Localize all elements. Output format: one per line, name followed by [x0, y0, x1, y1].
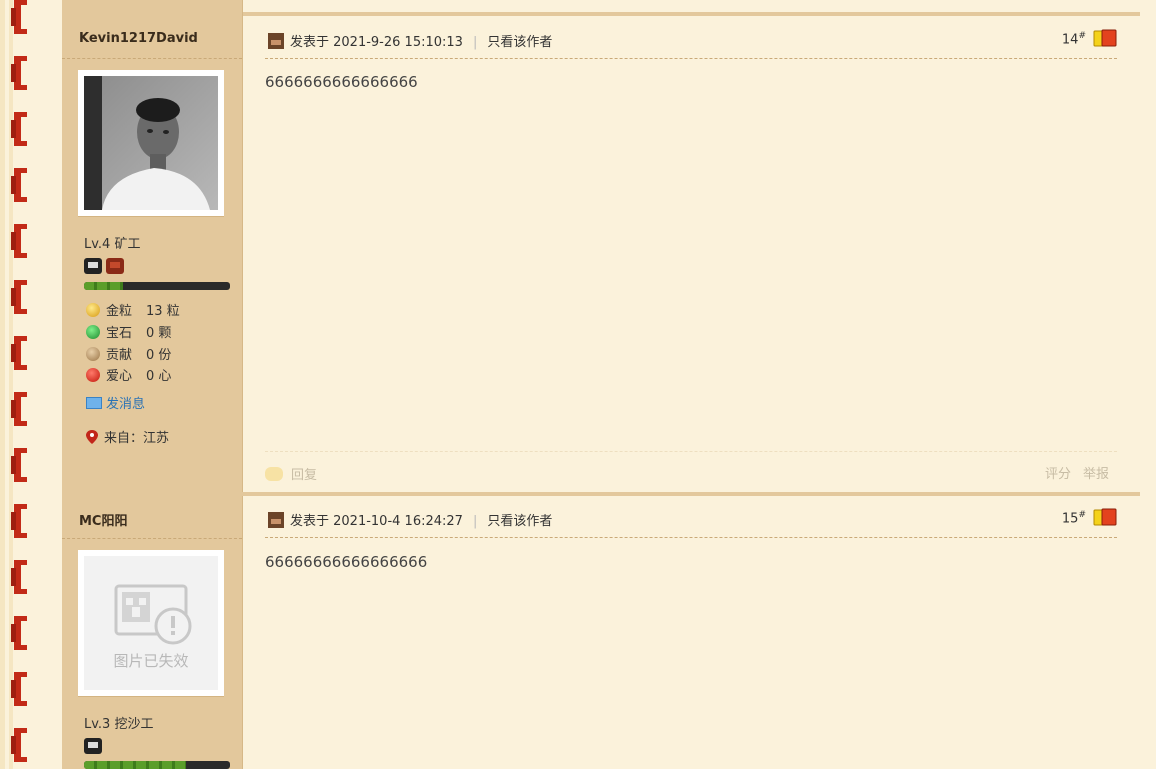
- experience-bar: [84, 761, 230, 769]
- experience-bar: [84, 282, 230, 290]
- experience-bar-fill: [84, 761, 187, 769]
- stat-contribution: 贡献 0 份: [86, 344, 171, 363]
- steve-head-icon: [268, 512, 284, 528]
- report-button[interactable]: 举报: [1083, 463, 1109, 482]
- medal-row: [84, 258, 128, 276]
- decorative-border: [0, 0, 40, 769]
- stat-value: 0 心: [146, 369, 172, 384]
- stat-label: 爱心: [106, 369, 133, 384]
- only-author-link[interactable]: 只看该作者: [487, 514, 552, 529]
- gem-icon: [86, 325, 100, 339]
- stat-gold: 金粒 13 粒: [86, 300, 180, 319]
- gold-nugget-icon: [86, 303, 100, 317]
- experience-bar-fill: [84, 282, 124, 290]
- post-meta: 发表于 2021-9-26 15:10:13 | 只看该作者: [268, 31, 552, 50]
- footer-divider: [265, 451, 1117, 452]
- post-meta: 发表于 2021-10-4 16:24:27 | 只看该作者: [268, 510, 552, 529]
- post-time: 发表于 2021-9-26 15:10:13: [290, 35, 463, 50]
- floor-number-value: 15: [1061, 511, 1079, 527]
- post-time: 发表于 2021-10-4 16:24:27: [290, 514, 463, 529]
- separator: |: [472, 35, 478, 50]
- medal-row: [84, 738, 106, 756]
- post-content: 66666666666666666: [265, 553, 428, 571]
- floor-mark: #: [1078, 31, 1086, 41]
- stat-value: 0 颗: [146, 326, 172, 341]
- floor-number[interactable]: 14#: [1062, 31, 1086, 47]
- contribution-icon: [86, 347, 100, 361]
- post-content: 6666666666666666: [265, 73, 418, 91]
- send-message-link[interactable]: 发消息: [86, 393, 145, 412]
- floor-card-icon[interactable]: [1093, 508, 1117, 526]
- avatar[interactable]: 图片已失效: [78, 550, 224, 696]
- author-name[interactable]: Kevin1217David: [79, 31, 198, 46]
- author-divider: [62, 58, 242, 59]
- reply-label: 回复: [291, 468, 318, 483]
- stat-label: 宝石: [106, 326, 133, 341]
- medal-icon[interactable]: [84, 738, 102, 754]
- floor-number[interactable]: 15#: [1062, 510, 1086, 526]
- stat-value: 13 粒: [146, 304, 180, 319]
- user-level: Lv.3 挖沙工: [84, 717, 154, 732]
- floor-mark: #: [1078, 510, 1086, 520]
- user-level: Lv.4 矿工: [84, 237, 141, 252]
- stat-value: 0 份: [146, 348, 172, 363]
- author-divider: [62, 538, 242, 539]
- meta-divider: [265, 58, 1117, 59]
- post-main-area: [243, 0, 1140, 769]
- rate-button[interactable]: 评分: [1045, 463, 1071, 482]
- separator: |: [472, 514, 478, 529]
- floor-number-value: 14: [1061, 32, 1079, 48]
- reply-button[interactable]: 回复: [265, 464, 317, 483]
- stat-label: 金粒: [106, 304, 133, 319]
- medal-icon[interactable]: [106, 258, 124, 274]
- avatar-broken-image: 图片已失效: [84, 556, 218, 690]
- stat-love: 爱心 0 心: [86, 365, 171, 384]
- user-location: 来自：江苏: [86, 427, 169, 446]
- broken-image-text: 图片已失效: [113, 652, 189, 670]
- location-text: 来自：江苏: [104, 431, 170, 446]
- post-separator: [62, 492, 1140, 496]
- post-separator: [243, 12, 1140, 16]
- avatar-photo: [84, 76, 218, 210]
- reply-bubble-icon: [265, 467, 283, 481]
- avatar[interactable]: [78, 70, 224, 216]
- meta-divider: [265, 537, 1117, 538]
- medal-icon[interactable]: [84, 258, 102, 274]
- floor-card-icon[interactable]: [1093, 29, 1117, 47]
- heart-icon: [86, 368, 100, 382]
- stat-gem: 宝石 0 颗: [86, 322, 171, 341]
- only-author-link[interactable]: 只看该作者: [487, 35, 552, 50]
- send-message-label: 发消息: [106, 397, 146, 412]
- steve-head-icon: [268, 33, 284, 49]
- stat-label: 贡献: [106, 348, 133, 363]
- author-name[interactable]: MC阳阳: [79, 510, 127, 529]
- location-pin-icon: [86, 430, 98, 444]
- envelope-icon: [86, 397, 102, 409]
